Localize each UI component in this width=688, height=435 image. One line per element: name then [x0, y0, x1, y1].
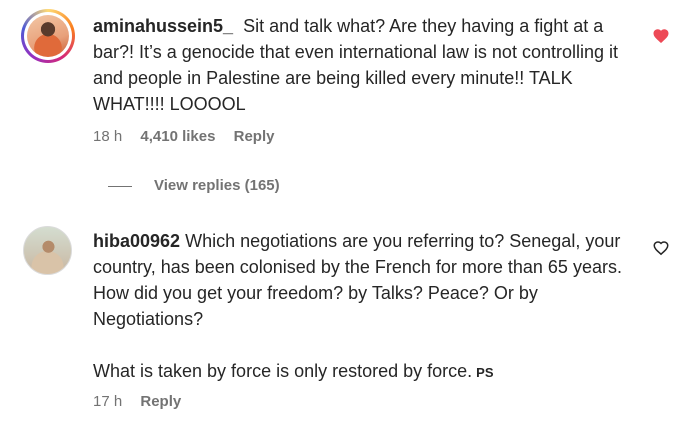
- replies-divider: [108, 185, 132, 187]
- view-replies-label: View replies (165): [154, 177, 280, 194]
- comment-tag: PS: [476, 365, 494, 380]
- comment-meta: 18 h 4,410 likes Reply: [93, 128, 288, 145]
- reply-button[interactable]: Reply: [234, 128, 275, 145]
- comment-item: hiba00962 Which negotiations are you ref…: [0, 222, 688, 435]
- avatar[interactable]: [23, 226, 72, 275]
- comment-item: aminahussein5_ Sit and talk what? Are th…: [0, 0, 688, 194]
- comment-username[interactable]: hiba00962: [93, 231, 180, 251]
- comment-body: hiba00962 Which negotiations are you ref…: [93, 228, 628, 386]
- comment-time: 18 h: [93, 128, 123, 145]
- comment-body: aminahussein5_ Sit and talk what? Are th…: [93, 13, 628, 117]
- heart-filled-icon[interactable]: [652, 27, 670, 45]
- comment-meta: 17 h Reply: [93, 393, 195, 410]
- comment-likes[interactable]: 4,410 likes: [140, 128, 215, 145]
- comment-username[interactable]: aminahussein5_: [93, 16, 233, 36]
- comment-text-2: What is taken by force is only restored …: [93, 361, 473, 381]
- view-replies-button[interactable]: View replies (165): [108, 177, 280, 194]
- avatar[interactable]: [21, 9, 75, 63]
- comment-time: 17 h: [93, 393, 123, 410]
- reply-button[interactable]: Reply: [140, 393, 181, 410]
- heart-outline-icon[interactable]: [652, 239, 670, 257]
